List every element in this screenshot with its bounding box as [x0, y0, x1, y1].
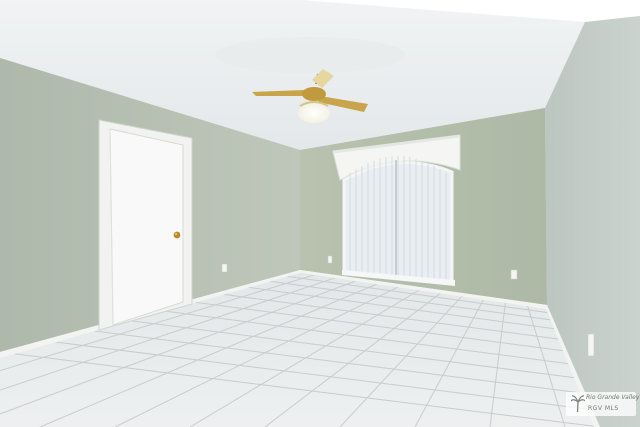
window: [342, 156, 455, 286]
door-knob-icon[interactable]: [173, 231, 181, 239]
watermark-brand: Rio Grande Valley: [586, 394, 640, 401]
outlet-icon: [510, 269, 518, 280]
outlet-icon: [221, 263, 228, 273]
door[interactable]: [109, 128, 184, 326]
watermark-sub: RGV MLS: [588, 405, 619, 412]
room-scene: [0, 0, 640, 427]
listing-watermark: Rio Grande Valley RGV MLS: [566, 392, 640, 416]
palm-tree-icon: [571, 395, 585, 413]
outlet-icon: [587, 333, 595, 357]
outlet-icon: [327, 255, 333, 264]
